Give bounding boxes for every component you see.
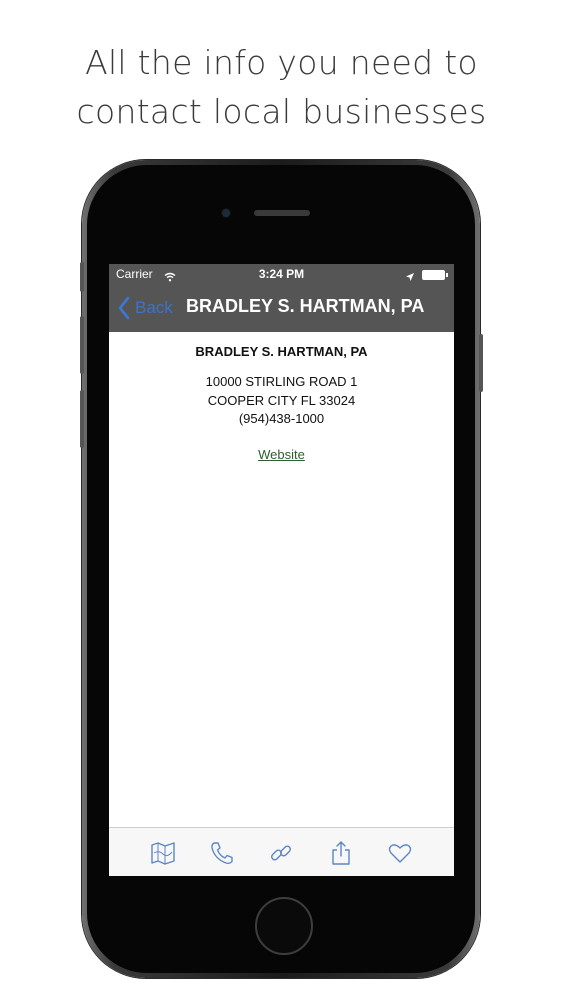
earpiece-speaker [254, 210, 310, 216]
status-time: 3:24 PM [258, 267, 305, 281]
link-button[interactable] [268, 840, 294, 866]
back-button[interactable]: Back [117, 295, 173, 321]
call-button[interactable] [209, 840, 235, 866]
share-icon [332, 841, 350, 865]
address-line2: COOPER CITY FL 33024 [207, 392, 356, 408]
promo-headline: All the info you need to contact local b… [0, 38, 563, 136]
front-camera [222, 209, 230, 217]
navigation-bar: Back BRADLEY S. HARTMAN, PA [109, 284, 454, 332]
phone-screen: Carrier 3:24 PM Back BRADLEY S. HARTMAN,… [109, 264, 454, 876]
battery-icon [422, 270, 448, 280]
mute-switch [80, 262, 84, 292]
nav-title: BRADLEY S. HARTMAN, PA [186, 296, 425, 316]
link-icon [271, 845, 291, 861]
business-name: BRADLEY S. HARTMAN, PA [195, 344, 368, 359]
map-icon [151, 842, 175, 865]
map-button[interactable] [150, 840, 176, 866]
back-label: Back [135, 298, 173, 317]
home-button[interactable] [255, 897, 313, 955]
heart-icon [388, 844, 412, 863]
business-details: BRADLEY S. HARTMAN, PA 10000 STIRLING RO… [109, 332, 454, 464]
share-button[interactable] [328, 840, 354, 866]
promo-headline-line2: contact local businesses [76, 92, 487, 131]
phone-icon [211, 842, 233, 864]
website-link[interactable]: Website [258, 447, 305, 462]
favorite-button[interactable] [387, 840, 413, 866]
chevron-left-icon [118, 296, 130, 320]
promo-headline-line1: All the info you need to [85, 43, 478, 82]
business-address: 10000 STIRLING ROAD 1 COOPER CITY FL 330… [109, 373, 454, 429]
volume-up-button [80, 316, 84, 374]
phone-number[interactable]: (954)438-1000 [109, 410, 454, 429]
power-button [479, 334, 483, 392]
volume-down-button [80, 390, 84, 448]
address-line1: 10000 STIRLING ROAD 1 [205, 374, 358, 389]
status-bar: Carrier 3:24 PM [109, 264, 454, 284]
bottom-toolbar [109, 827, 454, 876]
